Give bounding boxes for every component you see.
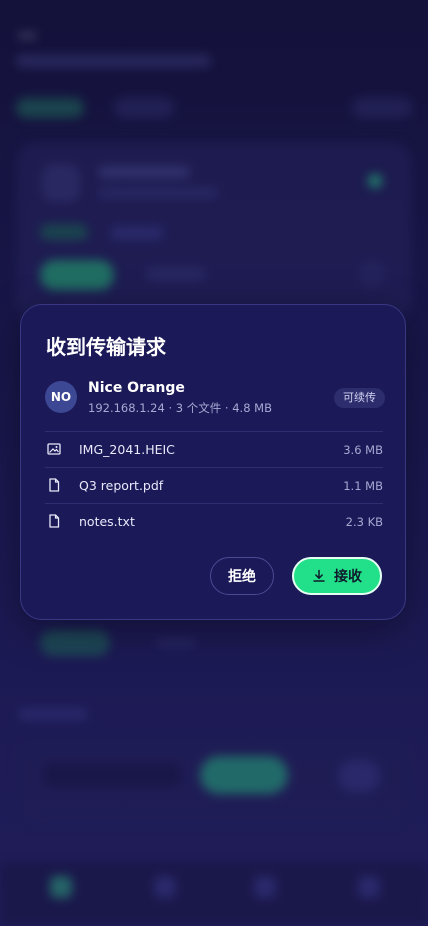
background-title: ·· bbox=[18, 22, 37, 50]
background-section-label bbox=[18, 708, 88, 720]
file-row: notes.txt 2.3 KB bbox=[45, 503, 383, 539]
background-device-card bbox=[16, 142, 412, 322]
background-line bbox=[98, 188, 218, 198]
accept-button-label: 接收 bbox=[334, 569, 362, 585]
file-row: Q3 report.pdf 1.1 MB bbox=[45, 467, 383, 503]
background-line bbox=[156, 638, 196, 648]
background-nav-icon bbox=[154, 876, 176, 898]
file-list: IMG_2041.HEIC 3.6 MB Q3 report.pdf 1.1 M… bbox=[45, 431, 383, 539]
dialog-title: 收到传输请求 bbox=[46, 335, 166, 359]
background-status-dot bbox=[368, 174, 382, 188]
background-button bbox=[200, 756, 288, 794]
accept-button[interactable]: 接收 bbox=[292, 557, 382, 595]
background-bottom-nav bbox=[0, 862, 428, 926]
sender-info: NO Nice Orange 192.168.1.24 · 3 个文件 · 4.… bbox=[45, 380, 385, 415]
resumable-badge: 可续传 bbox=[334, 388, 385, 408]
background-tab-active bbox=[16, 98, 84, 118]
background-nav-icon bbox=[50, 876, 72, 898]
file-icon bbox=[49, 514, 60, 528]
background-nav-icon bbox=[254, 876, 276, 898]
background-line bbox=[98, 166, 190, 178]
background-icon bbox=[338, 760, 380, 792]
avatar: NO bbox=[45, 381, 77, 413]
file-name: Q3 report.pdf bbox=[79, 478, 164, 493]
background-tabbar bbox=[16, 96, 412, 122]
file-row: IMG_2041.HEIC 3.6 MB bbox=[45, 431, 383, 467]
background-tag bbox=[40, 224, 88, 240]
file-size: 1.1 MB bbox=[343, 479, 383, 493]
background-tag bbox=[110, 226, 164, 240]
background-tab bbox=[352, 98, 412, 118]
background-input bbox=[42, 762, 182, 788]
reject-button-label: 拒绝 bbox=[228, 569, 256, 585]
sender-name: Nice Orange bbox=[88, 380, 185, 396]
background-input-card bbox=[16, 738, 412, 824]
file-size: 3.6 MB bbox=[343, 443, 383, 457]
file-name: IMG_2041.HEIC bbox=[79, 442, 175, 457]
reject-button[interactable]: 拒绝 bbox=[210, 557, 274, 595]
background-line bbox=[146, 268, 206, 280]
file-size: 2.3 KB bbox=[345, 515, 383, 529]
background-nav-icon bbox=[358, 876, 380, 898]
background-button bbox=[40, 260, 114, 290]
file-name: notes.txt bbox=[79, 514, 135, 529]
image-icon bbox=[47, 443, 61, 455]
transfer-request-dialog: 收到传输请求 NO Nice Orange 192.168.1.24 · 3 个… bbox=[20, 304, 406, 620]
background-tab bbox=[114, 98, 174, 118]
download-icon bbox=[313, 569, 325, 582]
file-icon bbox=[49, 478, 60, 492]
background-icon bbox=[358, 260, 386, 288]
background-avatar bbox=[42, 164, 80, 202]
background-button bbox=[40, 630, 110, 656]
sender-meta: 192.168.1.24 · 3 个文件 · 4.8 MB bbox=[88, 401, 272, 415]
background-subtitle bbox=[16, 55, 211, 67]
